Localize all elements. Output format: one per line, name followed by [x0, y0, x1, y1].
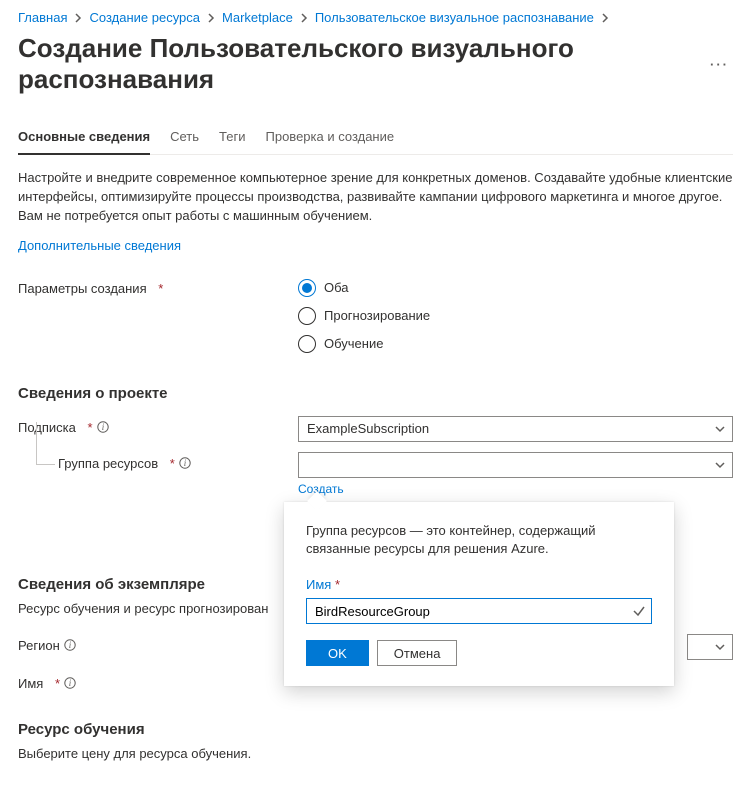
subscription-value: ExampleSubscription [307, 421, 429, 436]
cancel-button[interactable]: Отмена [377, 640, 458, 666]
svg-text:i: i [69, 678, 72, 688]
creation-params-label: Параметры создания * [18, 277, 298, 296]
more-info-link[interactable]: Дополнительные сведения [18, 238, 181, 253]
training-heading: Ресурс обучения [18, 721, 733, 738]
chevron-down-icon [714, 423, 726, 435]
intro-text: Настройте и внедрите современное компьют… [18, 169, 733, 226]
create-resource-group-link[interactable]: Создать Группа ресурсов — это контейнер,… [298, 482, 344, 496]
svg-text:i: i [184, 458, 187, 468]
radio-training[interactable]: Обучение [298, 333, 733, 355]
tabs: Основные сведения Сеть Теги Проверка и с… [18, 129, 733, 155]
radio-indicator-icon [298, 307, 316, 325]
breadcrumb: Главная Создание ресурса Marketplace Пол… [18, 10, 733, 25]
resource-group-name-input[interactable] [306, 598, 652, 624]
create-resource-group-callout: Группа ресурсов — это контейнер, содержа… [284, 502, 674, 687]
chevron-right-icon [299, 13, 309, 23]
radio-both[interactable]: Оба [298, 277, 733, 299]
resource-group-label: Группа ресурсов * i [18, 452, 298, 471]
callout-name-label: Имя * [306, 577, 652, 592]
resource-group-select[interactable] [298, 452, 733, 478]
breadcrumb-item[interactable]: Marketplace [222, 10, 293, 25]
radio-prediction[interactable]: Прогнозирование [298, 305, 733, 327]
radio-indicator-icon [298, 279, 316, 297]
ok-button[interactable]: OK [306, 640, 369, 666]
page-title: Создание Пользовательского визуального р… [18, 33, 706, 95]
chevron-right-icon [206, 13, 216, 23]
creation-params-radio-group: Оба Прогнозирование Обучение [298, 277, 733, 355]
subscription-label: Подписка * i [18, 416, 298, 435]
project-heading: Сведения о проекте [18, 385, 733, 402]
tab-basic[interactable]: Основные сведения [18, 129, 150, 154]
info-icon[interactable]: i [64, 639, 76, 651]
info-icon[interactable]: i [97, 421, 109, 433]
info-icon[interactable]: i [64, 677, 76, 689]
chevron-right-icon [73, 13, 83, 23]
chevron-down-icon [714, 641, 726, 653]
radio-label: Оба [324, 280, 349, 295]
radio-label: Обучение [324, 336, 383, 351]
tab-review[interactable]: Проверка и создание [266, 129, 395, 154]
info-icon[interactable]: i [179, 457, 191, 469]
more-icon[interactable]: ··· [706, 57, 733, 72]
region-label: Регион i [18, 634, 298, 653]
callout-description: Группа ресурсов — это контейнер, содержа… [306, 522, 652, 560]
tab-network[interactable]: Сеть [170, 129, 199, 154]
radio-indicator-icon [298, 335, 316, 353]
subscription-select[interactable]: ExampleSubscription [298, 416, 733, 442]
svg-text:i: i [68, 640, 71, 650]
tab-tags[interactable]: Теги [219, 129, 245, 154]
radio-label: Прогнозирование [324, 308, 430, 323]
training-desc: Выберите цену для ресурса обучения. [18, 746, 733, 761]
breadcrumb-item[interactable]: Пользовательское визуальное распознавани… [315, 10, 594, 25]
name-label: Имя * i [18, 672, 298, 691]
region-select[interactable] [687, 634, 733, 660]
chevron-down-icon [714, 459, 726, 471]
svg-text:i: i [101, 422, 104, 432]
check-icon [632, 604, 646, 618]
chevron-right-icon [600, 13, 610, 23]
breadcrumb-item[interactable]: Главная [18, 10, 67, 25]
breadcrumb-item[interactable]: Создание ресурса [89, 10, 200, 25]
